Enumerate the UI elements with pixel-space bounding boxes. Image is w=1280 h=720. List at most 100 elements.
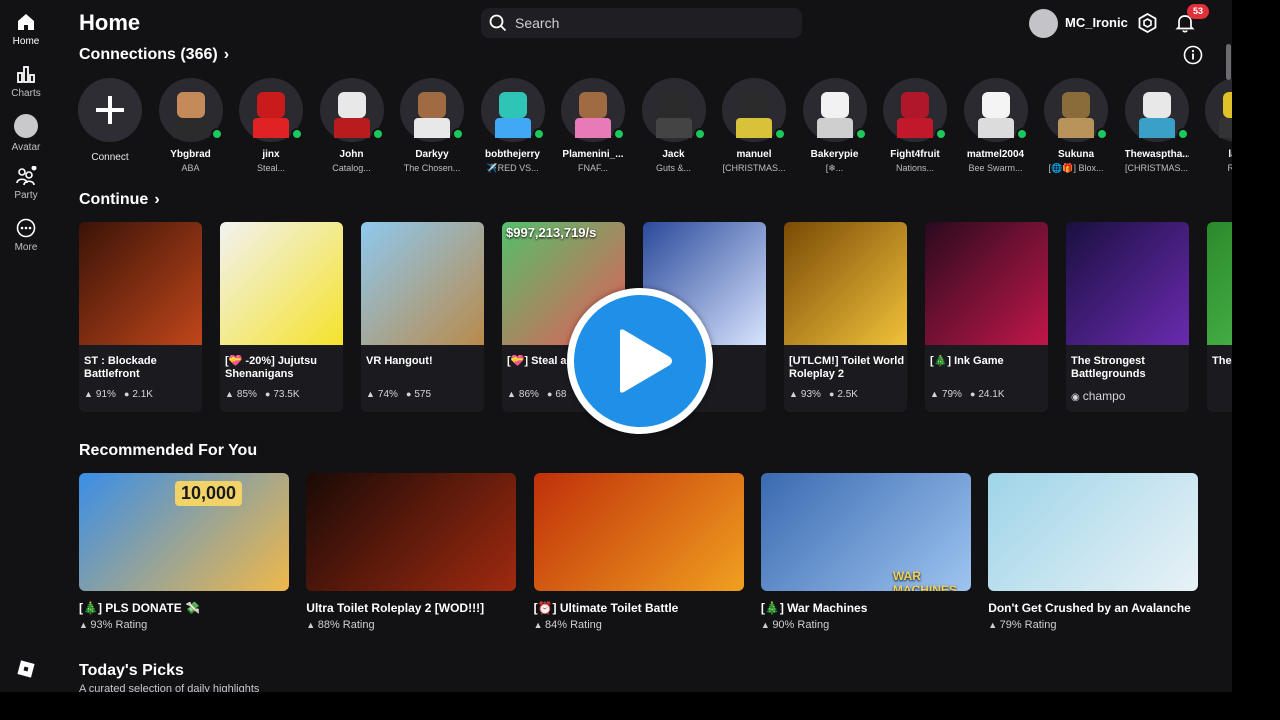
online-indicator-icon	[1096, 128, 1108, 140]
avatar-head	[981, 92, 1010, 118]
game-card[interactable]: ST : Blockade Battlefront ▲ 91% ● 2.1K	[79, 222, 202, 412]
home-icon	[18, 14, 34, 30]
players-icon: ●	[969, 389, 976, 399]
friend-item[interactable]: Plamenini_... FNAF...	[561, 78, 625, 173]
friend-avatar	[319, 78, 384, 142]
user-avatar[interactable]	[1029, 9, 1058, 38]
game-thumbnail	[1066, 222, 1189, 345]
search-input[interactable]	[515, 8, 795, 38]
online-indicator-icon	[1176, 128, 1189, 140]
avatar-body	[333, 118, 370, 138]
friend-item[interactable]: Fight4fruit Nations...	[883, 78, 947, 173]
online-indicator-icon	[291, 128, 303, 140]
friend-item[interactable]: Ybgbrad ABA	[158, 78, 223, 173]
sidebar-item-home[interactable]: Home	[0, 12, 52, 60]
avatar-body	[655, 118, 692, 138]
friend-avatar	[239, 78, 303, 142]
friend-item[interactable]: bobthejerry ✈️RED VS...	[480, 78, 545, 174]
friend-item[interactable]: Bakerypie [❄...	[802, 78, 867, 174]
avatar-body	[414, 118, 450, 138]
recommended-title: Recommended For You	[79, 442, 258, 459]
friend-item[interactable]: Darkyy The Chosen...	[400, 78, 464, 173]
game-card[interactable]: The	[1207, 222, 1232, 412]
connect-button[interactable]: Connect	[78, 78, 142, 163]
friend-status: [❄...	[825, 163, 844, 173]
avatar-head	[820, 92, 849, 118]
like-ratio: 86%	[518, 389, 539, 400]
friend-name: Sukuna	[1057, 149, 1095, 160]
avatar-head	[740, 92, 768, 118]
recommended-card[interactable]: [⏰] Ultimate Toilet Battle ▲ 84% Rating	[533, 473, 744, 631]
sidebar-item-more[interactable]: More	[0, 218, 52, 266]
friend-item[interactable]: Sukuna [🌐🎁] Blox...	[1044, 78, 1108, 174]
friend-name: jinx	[262, 149, 280, 160]
friend-status: The Chosen...	[403, 163, 461, 173]
info-icon[interactable]	[1183, 45, 1203, 65]
game-stats: ▲ 93% ● 2.5K	[789, 389, 866, 400]
game-title: Don't Get Crushed by an Avalanche	[988, 601, 1191, 615]
game-thumbnail	[220, 222, 343, 345]
friend-name: Fight4fruit	[890, 149, 940, 160]
sidebar-item-label: Charts	[11, 88, 41, 99]
play-button[interactable]	[567, 288, 713, 434]
sidebar-item-label: More	[14, 242, 38, 253]
player-count: 73.5K	[273, 389, 300, 400]
avatar-body	[172, 118, 209, 138]
roblox-logo-icon[interactable]	[17, 660, 35, 678]
robux-icon[interactable]	[1138, 13, 1157, 33]
friend-item[interactable]: lam Re...	[1205, 78, 1232, 173]
recommended-card[interactable]: WAR MACHINES [🎄] War Machines ▲ 90% Rating	[760, 473, 971, 631]
friend-item[interactable]: Thewasptha... [CHRISTMAS...	[1124, 78, 1189, 173]
scrollbar[interactable]	[1226, 44, 1231, 80]
recommended-card[interactable]: Don't Get Crushed by an Avalanche ▲ 79% R…	[988, 473, 1199, 631]
avatar-head	[659, 92, 688, 118]
rating-text: 90% Rating	[772, 619, 830, 631]
friend-item[interactable]: Jack Guts &...	[641, 78, 706, 173]
friend-avatar	[1124, 78, 1189, 142]
friend-item[interactable]: jinx Steal...	[239, 78, 303, 173]
friend-avatar	[400, 78, 464, 142]
friend-name: John	[339, 149, 364, 160]
game-title: [UTLCM!] Toilet World Roleplay 2	[789, 355, 905, 380]
rating-text: 93% Rating	[90, 619, 148, 631]
friend-status: ABA	[181, 163, 200, 173]
game-title: The Strongest Battlegrounds	[1071, 355, 1146, 380]
game-rating: ▲ 84% Rating	[534, 619, 744, 631]
friend-name: bobthejerry	[484, 149, 540, 160]
connections-heading[interactable]: Connections (366) ›	[79, 46, 229, 64]
game-card[interactable]: [🎄] Ink Game ▲ 79% ● 24.1K	[925, 222, 1048, 412]
recommended-card[interactable]: 10,000 [🎄] PLS DONATE 💸 ▲ 93% Rating	[79, 473, 289, 631]
friend-status: [🌐🎁] Blox...	[1048, 163, 1104, 173]
sidebar-item-charts[interactable]: Charts	[0, 64, 52, 112]
rating-text: 84% Rating	[545, 619, 602, 631]
search-icon	[489, 14, 507, 32]
game-card[interactable]: [💝 -20%] Jujutsu Shenanigans ▲ 85% ● 73.5K	[220, 222, 343, 412]
online-indicator-icon	[774, 128, 786, 140]
avatar-body	[977, 118, 1014, 138]
game-card[interactable]: [UTLCM!] Toilet World Roleplay 2 ▲ 93% ● 2.5…	[784, 222, 907, 412]
sidebar-item-avatar[interactable]: Avatar	[0, 114, 52, 162]
friend-item[interactable]: manuel [CHRISTMAS...	[722, 78, 786, 173]
game-card[interactable]: The Strongest Battlegrounds ◉ champo	[1066, 222, 1189, 412]
continue-heading[interactable]: Continue ›	[79, 191, 160, 209]
friend-item[interactable]: matmel2004 Bee Swarm...	[963, 78, 1028, 173]
player-count: 2.5K	[837, 389, 858, 400]
game-card[interactable]: VR Hangout! ▲ 74% ● 575	[361, 222, 484, 412]
friend-name: Darkyy	[415, 149, 449, 160]
username[interactable]: MC_Ironic	[1065, 15, 1128, 30]
friend-name: Jack	[662, 149, 685, 160]
friend-status: FNAF...	[577, 163, 608, 173]
like-ratio: 74%	[377, 389, 398, 400]
friend-item[interactable]: John Catalog...	[319, 78, 384, 173]
play-icon	[620, 329, 672, 393]
recommended-card[interactable]: Ultra Toilet Roleplay 2 [WOD!!!] ▲ 88% Ra…	[306, 473, 517, 631]
search-bar[interactable]	[481, 8, 802, 38]
sidebar-item-party[interactable]: Party	[0, 166, 52, 214]
like-ratio: 91%	[95, 389, 116, 400]
players-icon: ●	[828, 389, 835, 399]
friend-avatar	[883, 78, 947, 142]
friend-status: ✈️RED VS...	[486, 163, 539, 173]
friend-name: Ybgbrad	[170, 149, 211, 160]
game-thumbnail	[79, 222, 202, 345]
player-count: 24.1K	[978, 389, 1005, 400]
